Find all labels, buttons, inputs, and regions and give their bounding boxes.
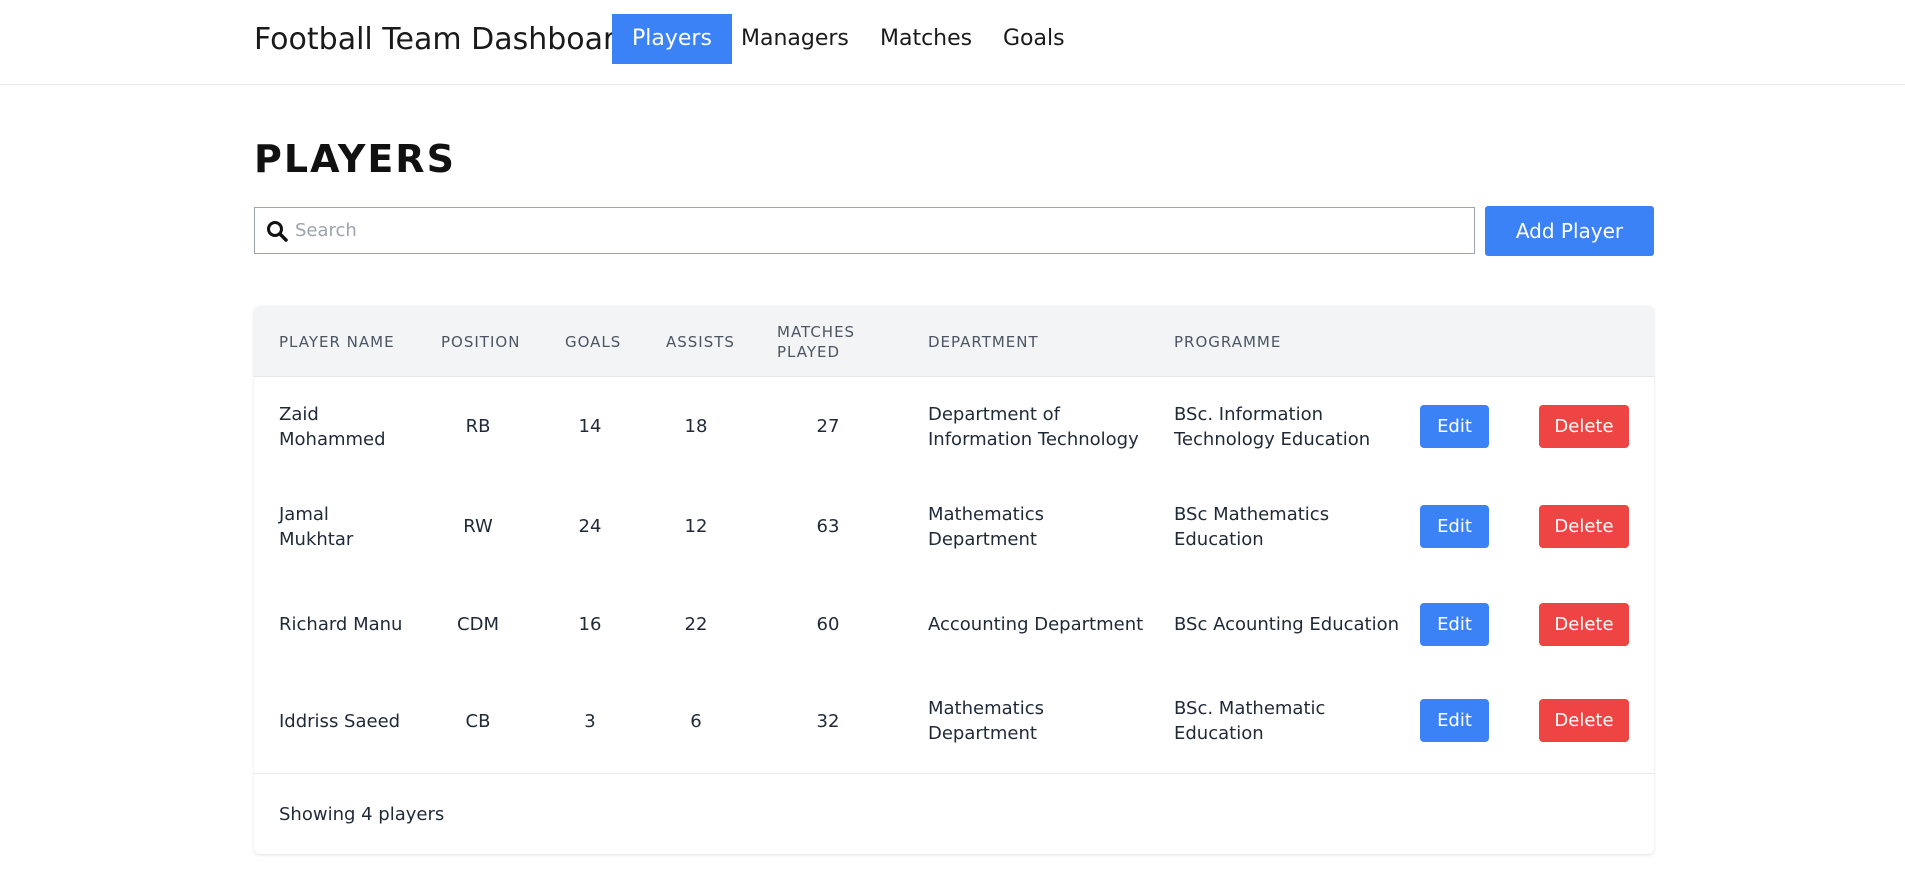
- table-row: Zaid Mohammed RB 14 18 27 Department of …: [254, 377, 1654, 477]
- delete-button[interactable]: Delete: [1539, 505, 1629, 548]
- player-name-line2: Mohammed: [279, 429, 386, 450]
- programme-line2: Technology Education: [1174, 429, 1371, 450]
- table-header: PLAYER NAME POSITION GOALS ASSISTS MATCH…: [254, 306, 1654, 377]
- top-navbar: Football Team Dashboard Players Managers…: [0, 0, 1905, 85]
- programme-line1: BSc. Information: [1174, 404, 1323, 425]
- programme-line1: BSc. Mathematic: [1174, 698, 1326, 719]
- department-line2: Department: [928, 529, 1037, 550]
- department-line1: Mathematics: [928, 504, 1044, 525]
- search-box: [254, 207, 1475, 254]
- header-goals: GOALS: [565, 333, 622, 351]
- cell-assists: 6: [690, 711, 702, 732]
- cell-position: RW: [463, 516, 493, 537]
- department-line1: Department of: [928, 404, 1060, 425]
- add-player-button[interactable]: Add Player: [1485, 206, 1654, 256]
- programme-line1: BSc Acounting Education: [1174, 614, 1400, 635]
- cell-department: Mathematics Department: [928, 696, 1044, 746]
- cell-assists: 18: [684, 416, 708, 437]
- cell-goals: 16: [578, 614, 602, 635]
- cell-matches-played: 32: [816, 711, 840, 732]
- edit-button[interactable]: Edit: [1420, 699, 1489, 742]
- player-name-line1: Richard Manu: [279, 614, 403, 635]
- programme-line2: Education: [1174, 529, 1264, 550]
- cell-programme: BSc Mathematics Education: [1174, 502, 1329, 552]
- search-input[interactable]: [295, 208, 1465, 253]
- cell-department: Mathematics Department: [928, 502, 1044, 552]
- cell-goals: 14: [578, 416, 602, 437]
- department-line2: Information Technology: [928, 429, 1139, 450]
- player-name-line1: Zaid: [279, 404, 319, 425]
- cell-department: Department of Information Technology: [928, 402, 1139, 452]
- cell-player-name: Jamal Mukhtar: [279, 502, 353, 552]
- delete-button[interactable]: Delete: [1539, 405, 1629, 448]
- cell-position: CB: [465, 711, 491, 732]
- table-footer: Showing 4 players: [254, 773, 1654, 854]
- table-row: Jamal Mukhtar RW 24 12 63 Mathematics De…: [254, 477, 1654, 577]
- programme-line2: Education: [1174, 723, 1264, 744]
- cell-matches-played: 60: [816, 614, 840, 635]
- cell-matches-played: 63: [816, 516, 840, 537]
- nav-item-matches[interactable]: Matches: [860, 14, 992, 64]
- cell-department: Accounting Department: [928, 612, 1143, 637]
- players-count: Showing 4 players: [279, 804, 445, 825]
- cell-matches-played: 27: [816, 416, 840, 437]
- header-position: POSITION: [441, 333, 521, 351]
- edit-button[interactable]: Edit: [1420, 405, 1489, 448]
- cell-position: RB: [465, 416, 491, 437]
- nav-item-managers[interactable]: Managers: [721, 14, 869, 64]
- header-player-name: PLAYER NAME: [279, 333, 395, 351]
- cell-goals: 24: [578, 516, 602, 537]
- edit-button[interactable]: Edit: [1420, 505, 1489, 548]
- header-matches-line1: MATCHES: [777, 323, 856, 341]
- department-line1: Accounting Department: [928, 614, 1144, 635]
- header-programme: PROGRAMME: [1174, 333, 1282, 351]
- delete-button[interactable]: Delete: [1539, 699, 1629, 742]
- cell-position: CDM: [457, 614, 499, 635]
- cell-player-name: Richard Manu: [279, 612, 402, 637]
- department-line2: Department: [928, 723, 1037, 744]
- cell-player-name: Zaid Mohammed: [279, 402, 386, 452]
- nav-item-players[interactable]: Players: [612, 14, 732, 64]
- cell-assists: 12: [684, 516, 708, 537]
- header-department: DEPARTMENT: [928, 333, 1039, 351]
- search-icon: [267, 221, 288, 242]
- programme-line1: BSc Mathematics: [1174, 504, 1330, 525]
- page-title: PLAYERS: [254, 137, 456, 181]
- delete-button[interactable]: Delete: [1539, 603, 1629, 646]
- cell-programme: BSc. Mathematic Education: [1174, 696, 1325, 746]
- cell-programme: BSc Acounting Education: [1174, 612, 1399, 637]
- edit-button[interactable]: Edit: [1420, 603, 1489, 646]
- department-line1: Mathematics: [928, 698, 1044, 719]
- brand-title: Football Team Dashboard: [254, 22, 634, 57]
- cell-goals: 3: [584, 711, 596, 732]
- table-row: Iddriss Saeed CB 3 6 32 Mathematics Depa…: [254, 674, 1654, 773]
- cell-assists: 22: [684, 614, 708, 635]
- player-name-line1: Iddriss Saeed: [279, 711, 401, 732]
- header-assists: ASSISTS: [666, 333, 735, 351]
- table-row: Richard Manu CDM 16 22 60 Accounting Dep…: [254, 577, 1654, 674]
- cell-player-name: Iddriss Saeed: [279, 709, 400, 734]
- header-matches-line2: PLAYED: [777, 343, 841, 361]
- nav-item-goals[interactable]: Goals: [983, 14, 1085, 64]
- header-matches-played: MATCHES PLAYED: [777, 322, 855, 362]
- player-name-line1: Jamal: [279, 504, 329, 525]
- cell-programme: BSc. Information Technology Education: [1174, 402, 1370, 452]
- players-table: PLAYER NAME POSITION GOALS ASSISTS MATCH…: [254, 306, 1654, 854]
- player-name-line2: Mukhtar: [279, 529, 354, 550]
